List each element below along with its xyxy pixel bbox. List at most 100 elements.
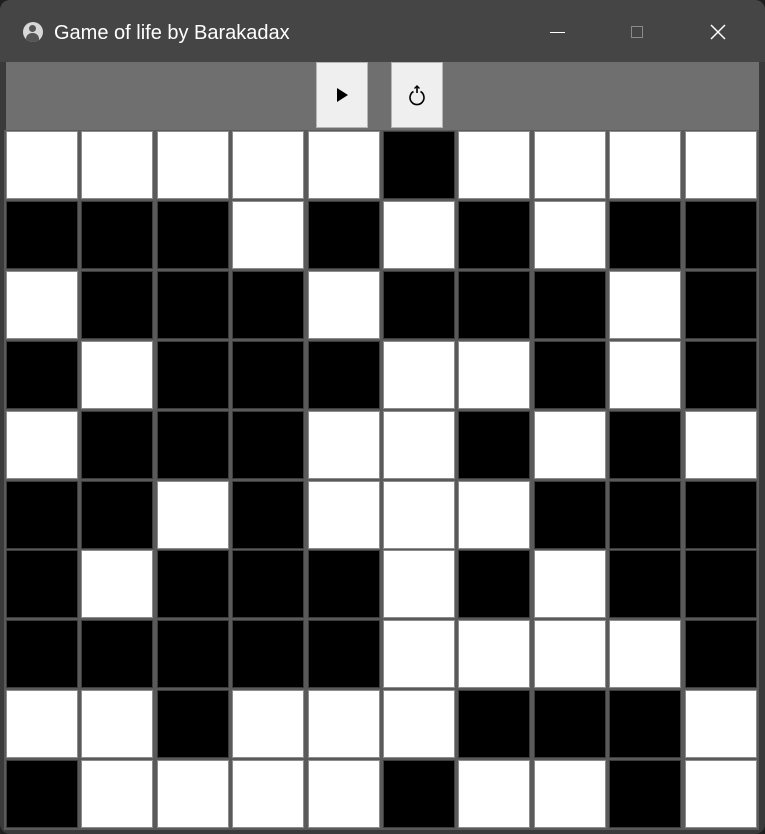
grid-cell-r9-c10[interactable] [685,690,757,758]
grid-cell-r1-c8[interactable] [534,131,606,199]
grid-cell-r7-c2[interactable] [81,550,153,618]
grid-cell-r10-c5[interactable] [308,760,380,828]
grid-cell-r6-c3[interactable] [157,481,229,549]
grid-cell-r10-c4[interactable] [232,760,304,828]
grid-cell-r1-c3[interactable] [157,131,229,199]
grid-cell-r7-c3[interactable] [157,550,229,618]
grid-cell-r8-c3[interactable] [157,620,229,688]
grid-cell-r4-c6[interactable] [383,341,455,409]
grid-cell-r8-c9[interactable] [609,620,681,688]
grid-cell-r10-c8[interactable] [534,760,606,828]
grid-cell-r1-c4[interactable] [232,131,304,199]
grid-cell-r8-c4[interactable] [232,620,304,688]
grid-cell-r7-c7[interactable] [458,550,530,618]
grid-cell-r6-c4[interactable] [232,481,304,549]
grid-cell-r2-c7[interactable] [458,201,530,269]
grid-cell-r4-c2[interactable] [81,341,153,409]
grid-cell-r5-c4[interactable] [232,411,304,479]
grid-cell-r5-c3[interactable] [157,411,229,479]
grid-cell-r4-c1[interactable] [6,341,78,409]
grid-cell-r8-c2[interactable] [81,620,153,688]
grid-cell-r7-c6[interactable] [383,550,455,618]
grid-cell-r4-c5[interactable] [308,341,380,409]
grid-cell-r4-c3[interactable] [157,341,229,409]
grid-cell-r10-c2[interactable] [81,760,153,828]
grid-cell-r4-c9[interactable] [609,341,681,409]
grid-cell-r9-c8[interactable] [534,690,606,758]
grid-cell-r7-c5[interactable] [308,550,380,618]
grid-cell-r3-c8[interactable] [534,271,606,339]
grid-cell-r8-c5[interactable] [308,620,380,688]
grid-cell-r3-c9[interactable] [609,271,681,339]
grid-cell-r9-c5[interactable] [308,690,380,758]
grid-cell-r6-c2[interactable] [81,481,153,549]
grid-cell-r3-c5[interactable] [308,271,380,339]
grid-cell-r6-c8[interactable] [534,481,606,549]
play-button[interactable] [316,62,368,128]
grid-cell-r8-c6[interactable] [383,620,455,688]
grid-cell-r8-c1[interactable] [6,620,78,688]
grid-cell-r2-c5[interactable] [308,201,380,269]
grid-cell-r2-c6[interactable] [383,201,455,269]
grid-cell-r4-c4[interactable] [232,341,304,409]
grid-cell-r3-c10[interactable] [685,271,757,339]
grid-cell-r10-c9[interactable] [609,760,681,828]
grid-cell-r9-c3[interactable] [157,690,229,758]
grid-cell-r3-c4[interactable] [232,271,304,339]
grid-cell-r7-c1[interactable] [6,550,78,618]
grid-cell-r9-c6[interactable] [383,690,455,758]
grid-cell-r5-c9[interactable] [609,411,681,479]
grid-cell-r9-c2[interactable] [81,690,153,758]
grid-cell-r2-c10[interactable] [685,201,757,269]
grid-cell-r10-c1[interactable] [6,760,78,828]
grid-cell-r4-c7[interactable] [458,341,530,409]
grid-cell-r3-c2[interactable] [81,271,153,339]
grid-cell-r1-c2[interactable] [81,131,153,199]
close-button[interactable] [698,12,738,52]
title-bar[interactable]: Game of life by Barakadax [0,0,765,62]
grid-cell-r6-c9[interactable] [609,481,681,549]
grid-cell-r8-c7[interactable] [458,620,530,688]
grid-cell-r9-c7[interactable] [458,690,530,758]
grid-cell-r5-c8[interactable] [534,411,606,479]
grid-cell-r7-c4[interactable] [232,550,304,618]
grid-cell-r8-c8[interactable] [534,620,606,688]
grid-cell-r10-c10[interactable] [685,760,757,828]
grid-cell-r7-c9[interactable] [609,550,681,618]
reset-button[interactable] [391,62,443,128]
grid-cell-r1-c5[interactable] [308,131,380,199]
grid-cell-r7-c8[interactable] [534,550,606,618]
grid-cell-r2-c8[interactable] [534,201,606,269]
grid-cell-r1-c7[interactable] [458,131,530,199]
grid-cell-r6-c1[interactable] [6,481,78,549]
grid-cell-r5-c7[interactable] [458,411,530,479]
grid-cell-r10-c6[interactable] [383,760,455,828]
grid-cell-r7-c10[interactable] [685,550,757,618]
grid-cell-r4-c10[interactable] [685,341,757,409]
grid-cell-r8-c10[interactable] [685,620,757,688]
grid-cell-r3-c7[interactable] [458,271,530,339]
grid-cell-r1-c1[interactable] [6,131,78,199]
grid-cell-r10-c3[interactable] [157,760,229,828]
grid-cell-r5-c5[interactable] [308,411,380,479]
grid-cell-r1-c6[interactable] [383,131,455,199]
grid-cell-r3-c6[interactable] [383,271,455,339]
maximize-button[interactable] [617,12,657,52]
grid-cell-r2-c4[interactable] [232,201,304,269]
grid-cell-r10-c7[interactable] [458,760,530,828]
grid-cell-r5-c2[interactable] [81,411,153,479]
grid-cell-r9-c9[interactable] [609,690,681,758]
grid-cell-r6-c7[interactable] [458,481,530,549]
grid-cell-r9-c4[interactable] [232,690,304,758]
grid-cell-r5-c1[interactable] [6,411,78,479]
grid-cell-r1-c9[interactable] [609,131,681,199]
grid-cell-r5-c6[interactable] [383,411,455,479]
grid-cell-r2-c9[interactable] [609,201,681,269]
grid-cell-r4-c8[interactable] [534,341,606,409]
grid-cell-r2-c2[interactable] [81,201,153,269]
grid-cell-r5-c10[interactable] [685,411,757,479]
grid-cell-r2-c1[interactable] [6,201,78,269]
grid-cell-r3-c3[interactable] [157,271,229,339]
minimize-button[interactable] [537,12,577,52]
grid-cell-r6-c10[interactable] [685,481,757,549]
